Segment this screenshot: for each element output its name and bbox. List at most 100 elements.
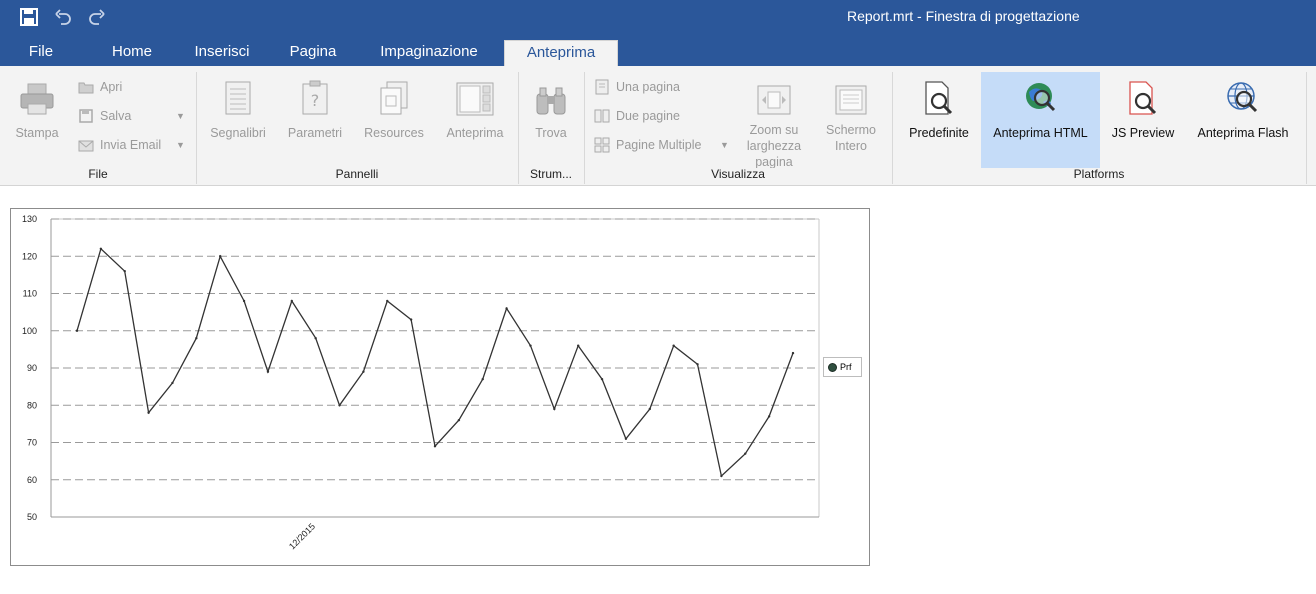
anteprima-html-button[interactable]: Anteprima HTML (981, 72, 1100, 168)
tab-impaginazione[interactable]: Impaginazione (366, 40, 492, 66)
ribbon-tabs: File Home Inserisci Pagina Impaginazione… (0, 36, 1316, 66)
salva-button[interactable]: Salva (78, 105, 131, 127)
pagine-multiple-dropdown-icon[interactable]: ▼ (720, 140, 729, 150)
data-point (242, 299, 246, 303)
save-icon (78, 108, 94, 124)
data-point (457, 418, 461, 422)
group-label-pannelli: Pannelli (335, 167, 379, 181)
legend-label: Prf (840, 362, 852, 372)
pagine-multiple-button[interactable]: Pagine Multiple (594, 134, 701, 156)
data-point (219, 255, 222, 258)
data-point (266, 370, 270, 373)
y-tick-label: 70 (27, 438, 37, 448)
group-label-file: File (88, 167, 108, 181)
page-width-icon (757, 85, 791, 115)
trova-button[interactable]: Trova (524, 72, 578, 162)
parameters-icon: ? (302, 80, 328, 115)
data-point (195, 337, 198, 340)
schermo-intero-button[interactable]: Schermo Intero (818, 72, 884, 162)
data-point (696, 363, 699, 366)
html-preview-icon (1025, 83, 1055, 112)
y-tick-label: 90 (27, 363, 37, 373)
data-point (624, 437, 628, 440)
stampa-button[interactable]: Stampa (8, 72, 66, 162)
data-point (433, 445, 437, 448)
chart-legend: Prf (823, 357, 862, 377)
group-label-strumenti: Strum... (529, 167, 572, 181)
single-page-icon (594, 79, 610, 95)
invia-email-dropdown-icon[interactable]: ▼ (176, 140, 185, 150)
data-point (600, 377, 604, 381)
data-point (648, 407, 651, 411)
js-preview-icon (1129, 81, 1157, 115)
data-point (791, 351, 795, 355)
legend-marker (828, 362, 837, 372)
data-point (338, 404, 341, 407)
tab-file[interactable]: File (14, 40, 68, 66)
apri-button[interactable]: Apri (78, 76, 122, 98)
due-pagine-button[interactable]: Due pagine (594, 105, 680, 127)
data-point (314, 337, 317, 340)
x-tick-label: 12/2015 (287, 521, 317, 551)
invia-email-button[interactable]: Invia Email (78, 134, 161, 156)
data-point (362, 370, 365, 373)
fullscreen-icon (835, 85, 867, 115)
svg-text:?: ? (311, 91, 320, 110)
zoom-larghezza-button[interactable]: Zoom su larghezza pagina (740, 72, 808, 168)
data-point (505, 307, 508, 310)
js-preview-button[interactable]: JS Preview (1104, 72, 1182, 162)
y-tick-label: 130 (22, 214, 37, 224)
y-tick-label: 120 (22, 251, 37, 261)
series-line-prf (76, 247, 794, 478)
multiple-pages-icon (594, 137, 610, 153)
data-point (290, 299, 293, 303)
y-tick-label: 50 (27, 512, 37, 522)
chart-frame: 50 60 70 80 90 100 110 120 130 12/2015 (10, 208, 870, 566)
save-icon[interactable] (18, 6, 40, 28)
parametri-button[interactable]: ? Parametri (282, 72, 348, 162)
title-bar: Report.mrt - Finestra di progettazione (0, 0, 1316, 36)
resources-icon (380, 81, 408, 115)
data-point (481, 377, 484, 381)
y-tick-label: 100 (22, 326, 37, 336)
bookmarks-icon (225, 81, 251, 115)
y-tick-label: 80 (27, 400, 37, 410)
preview-panel-icon (456, 82, 494, 116)
data-point (409, 318, 413, 321)
data-point (672, 344, 675, 347)
binoculars-icon (536, 87, 566, 115)
data-point (553, 407, 556, 411)
data-point (147, 411, 150, 414)
data-point (123, 269, 126, 273)
printer-icon (20, 83, 54, 115)
data-point (720, 474, 723, 478)
data-point (767, 415, 771, 418)
data-point (75, 329, 79, 332)
tab-home[interactable]: Home (96, 40, 168, 66)
redo-icon[interactable] (86, 6, 108, 28)
tab-anteprima[interactable]: Anteprima (504, 40, 618, 66)
line-chart: 50 60 70 80 90 100 110 120 130 12/2015 (22, 214, 820, 551)
una-pagina-button[interactable]: Una pagina (594, 76, 680, 98)
ribbon-separator (1306, 72, 1307, 184)
undo-icon[interactable] (52, 6, 74, 28)
ribbon: Stampa Apri Salva ▼ Invia Email ▼ File S… (0, 66, 1316, 186)
salva-dropdown-icon[interactable]: ▼ (176, 111, 185, 121)
email-icon (78, 137, 94, 153)
quick-access-toolbar (18, 6, 108, 28)
predefinite-button[interactable]: Predefinite (900, 72, 978, 162)
default-preview-icon (925, 81, 953, 115)
y-tick-label: 60 (27, 475, 37, 485)
segnalibri-button[interactable]: Segnalibri (204, 72, 272, 162)
group-label-platforms: Platforms (1073, 167, 1125, 181)
data-point (744, 452, 747, 455)
anteprima-flash-button[interactable]: Anteprima Flash (1190, 72, 1296, 162)
y-tick-label: 110 (23, 289, 37, 299)
tab-pagina[interactable]: Pagina (278, 40, 348, 66)
anteprima-panel-button[interactable]: Anteprima (440, 72, 510, 162)
folder-open-icon (78, 79, 94, 95)
resources-button[interactable]: Resources (358, 72, 430, 162)
tab-inserisci[interactable]: Inserisci (182, 40, 262, 66)
data-point (577, 344, 580, 347)
data-point (529, 344, 532, 347)
